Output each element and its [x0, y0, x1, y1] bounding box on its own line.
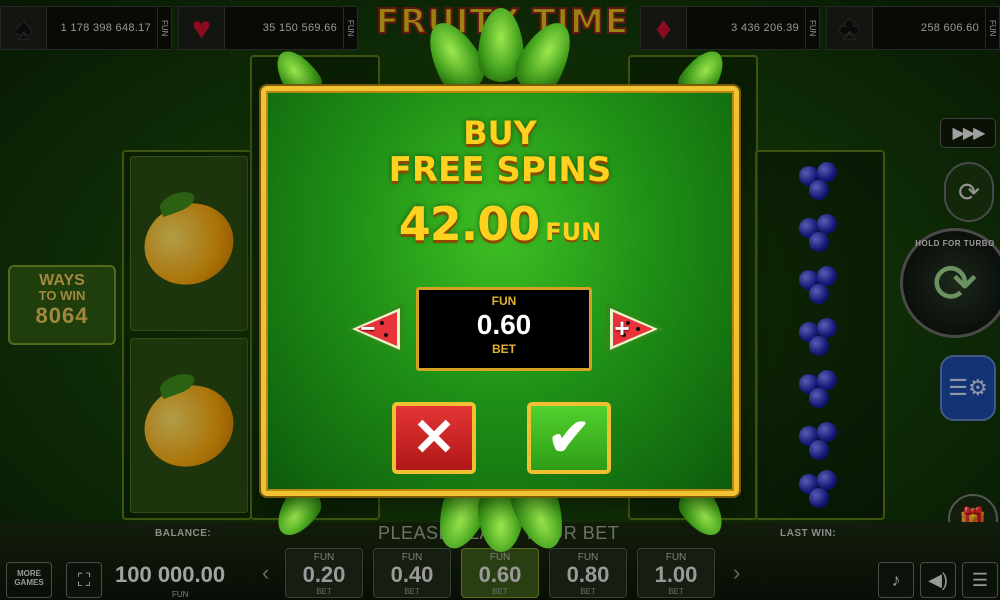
buy-price-currency: FUN [545, 218, 602, 246]
bet-display: FUN 0.60 BET [416, 287, 592, 371]
close-icon: ✕ [412, 409, 456, 467]
confirm-button[interactable]: ✔ [527, 402, 611, 474]
bet-display-currency: FUN [491, 294, 517, 308]
checkmark-icon: ✔ [547, 409, 591, 467]
bet-display-label: BET [492, 342, 516, 356]
minus-symbol: − [360, 313, 376, 343]
buy-price: 42.00 FUN [266, 197, 734, 251]
decrease-bet-button[interactable]: − [342, 299, 410, 359]
buy-price-value: 42.00 [398, 197, 541, 251]
increase-bet-button[interactable]: + [600, 299, 668, 359]
dialog-title-line1: BUY [463, 114, 537, 152]
cancel-button[interactable]: ✕ [392, 402, 476, 474]
dialog-title-line2: FREE SPINS [388, 150, 612, 190]
buy-free-spins-dialog: BUY FREE SPINS 42.00 FUN − FUN 0.60 BET +… [261, 86, 739, 496]
plus-symbol: + [614, 313, 630, 343]
bet-display-value: 0.60 [476, 309, 532, 340]
